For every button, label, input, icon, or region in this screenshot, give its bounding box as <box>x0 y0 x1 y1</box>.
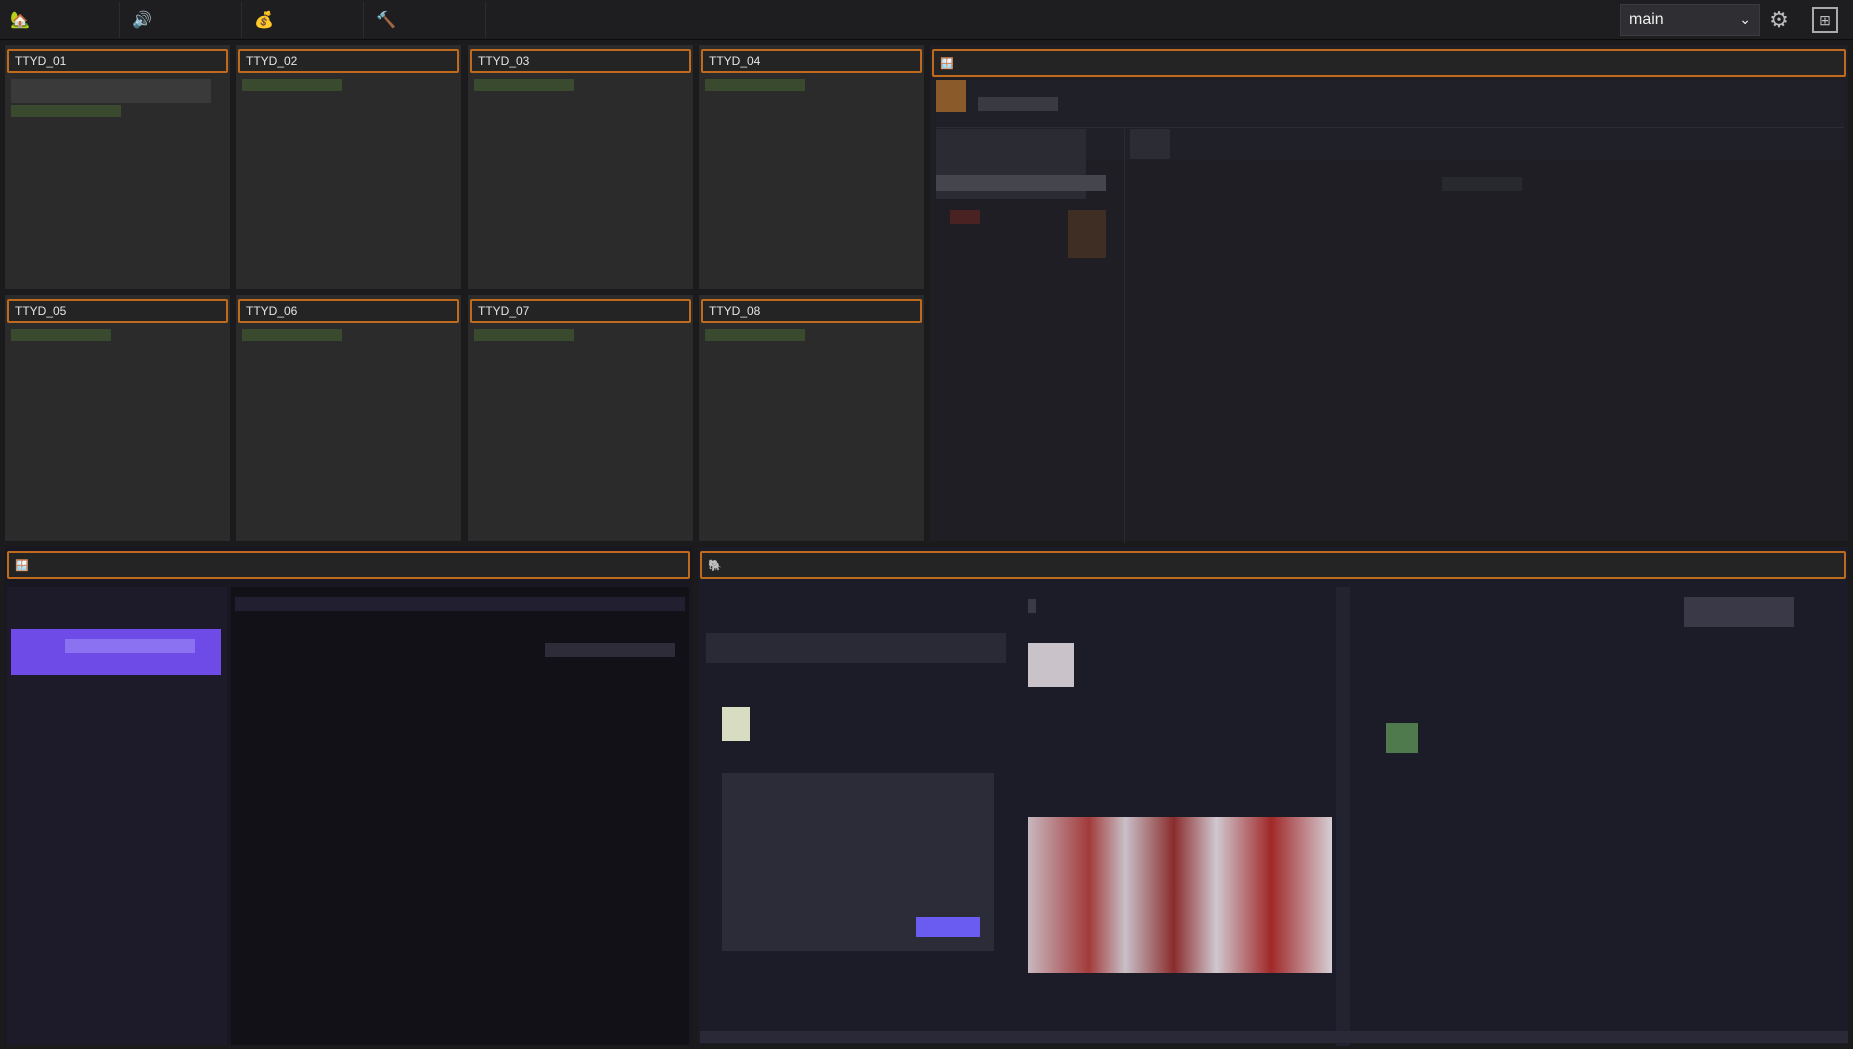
card-button[interactable] <box>916 917 980 937</box>
terminal-pane[interactable]: TTYD_06 <box>235 294 462 542</box>
money-bag-icon: 💰 <box>254 12 274 29</box>
elephant-icon: 🐘 <box>708 559 722 572</box>
home-icon: 🏡 <box>10 12 30 29</box>
avatar <box>936 80 966 112</box>
layout-grid-icon[interactable]: ⊞ <box>1812 7 1838 33</box>
terminal-title: TTYD_05 <box>7 299 228 323</box>
panel-top-right-title: 🪟 <box>932 49 1846 77</box>
browser-window-icon: 🪟 <box>15 559 29 572</box>
tab-audio[interactable]: 🔊 <box>122 2 242 38</box>
placeholder-block <box>706 633 1006 663</box>
top-toolbar: 🏡 🔊 💰 🔨 main ⌄ ⚙ ⊞ <box>0 0 1853 40</box>
scrollbar[interactable] <box>1336 587 1350 1046</box>
divider <box>1124 129 1125 543</box>
terminal-output <box>474 79 574 91</box>
gear-icon[interactable]: ⚙ <box>1765 6 1793 34</box>
terminal-output <box>11 105 121 117</box>
terminal-pane[interactable]: TTYD_01 <box>4 44 231 290</box>
placeholder-block <box>1130 129 1170 159</box>
terminal-pane[interactable]: TTYD_04 <box>698 44 925 290</box>
terminal-title: TTYD_06 <box>238 299 459 323</box>
hammer-icon: 🔨 <box>376 12 396 29</box>
panel-top-right: 🪟 <box>929 44 1849 543</box>
terminal-pane[interactable]: TTYD_05 <box>4 294 231 542</box>
divider <box>936 127 1844 128</box>
placeholder-block <box>950 210 980 224</box>
placeholder-block <box>936 175 1106 191</box>
placeholder-block <box>978 97 1058 111</box>
chevron-down-icon: ⌄ <box>1739 11 1751 27</box>
terminal-pane[interactable]: TTYD_08 <box>698 294 925 542</box>
terminal-pane[interactable]: TTYD_07 <box>467 294 694 542</box>
thumbnail <box>722 707 750 741</box>
featured-image <box>1028 817 1332 973</box>
terminal-pane[interactable]: TTYD_02 <box>235 44 462 290</box>
placeholder-block <box>235 597 685 611</box>
panel-bottom-left-title: 🪟 <box>7 551 690 579</box>
terminal-title: TTYD_02 <box>238 49 459 73</box>
session-select-value: main <box>1629 11 1664 28</box>
speaker-icon: 🔊 <box>132 12 152 29</box>
tab-money[interactable]: 💰 <box>244 2 364 38</box>
avatar <box>1028 643 1074 687</box>
tab-home[interactable]: 🏡 <box>0 2 120 38</box>
placeholder-block <box>1068 210 1106 258</box>
panel-bottom-right: 🐘 <box>697 546 1849 1046</box>
panel-bottom-right-title: 🐘 <box>700 551 1846 579</box>
browser-window-icon: 🪟 <box>940 57 954 70</box>
session-select[interactable]: main ⌄ <box>1620 4 1760 36</box>
terminal-title: TTYD_03 <box>470 49 691 73</box>
placeholder-block <box>1028 599 1036 613</box>
terminal-output <box>705 79 805 91</box>
tab-tools[interactable]: 🔨 <box>366 2 486 38</box>
terminal-output <box>242 79 342 91</box>
avatar <box>1386 723 1418 753</box>
terminal-title: TTYD_08 <box>701 299 922 323</box>
panel-bottom-left: 🪟 <box>4 546 693 1045</box>
terminal-pane[interactable]: TTYD_03 <box>467 44 694 290</box>
placeholder-block <box>1442 177 1522 191</box>
terminal-title: TTYD_01 <box>7 49 228 73</box>
terminal-output <box>474 329 574 341</box>
selected-item-label <box>65 639 195 653</box>
placeholder-block <box>545 643 675 657</box>
terminal-output <box>242 329 342 341</box>
terminal-output <box>11 329 111 341</box>
terminal-output <box>11 79 211 103</box>
terminal-title: TTYD_04 <box>701 49 922 73</box>
terminal-title: TTYD_07 <box>470 299 691 323</box>
placeholder-block <box>1684 597 1794 627</box>
terminal-output <box>705 329 805 341</box>
horizontal-scrollbar[interactable] <box>700 1031 1848 1043</box>
